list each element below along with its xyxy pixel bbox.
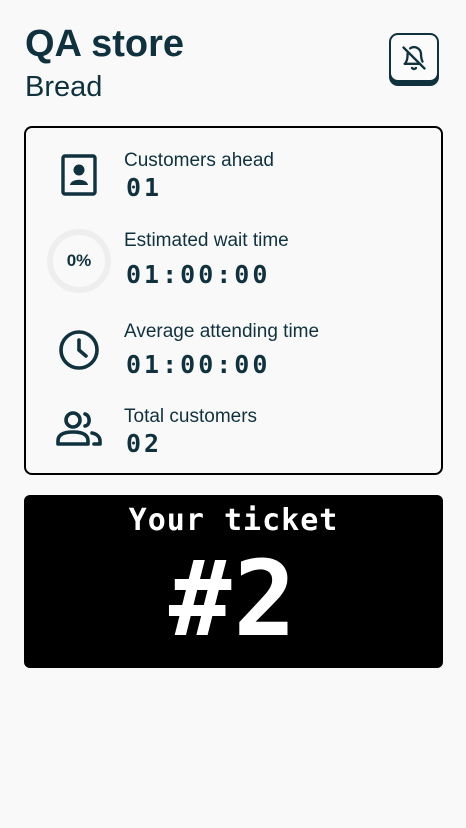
ticket-card: Your ticket #2 [24, 495, 443, 668]
notifications-toggle-button[interactable] [389, 33, 439, 82]
bell-off-icon [402, 45, 426, 70]
person-badge-icon [60, 154, 98, 196]
average-attending-value: 01:00:00 [126, 350, 271, 379]
average-attending-label: Average attending time [124, 321, 320, 342]
clock-icon [58, 329, 100, 371]
total-customers-value: 02 [126, 429, 163, 458]
ticket-number: #2 [168, 538, 299, 660]
wait-progress-ring: 0% [45, 227, 113, 295]
customers-ahead-value: 01 [126, 173, 163, 202]
people-icon [55, 410, 103, 448]
estimated-wait-value: 01:00:00 [126, 260, 271, 289]
queue-stats-card: Customers ahead 01 0% Estimated wait tim… [24, 126, 443, 475]
estimated-wait-label: Estimated wait time [124, 230, 289, 251]
queue-name: Bread [25, 71, 103, 103]
customers-ahead-label: Customers ahead [124, 150, 274, 171]
ticket-label: Your ticket [128, 503, 339, 538]
total-customers-label: Total customers [124, 406, 258, 427]
wait-progress-text: 0% [66, 251, 92, 270]
store-title: QA store [25, 23, 185, 65]
